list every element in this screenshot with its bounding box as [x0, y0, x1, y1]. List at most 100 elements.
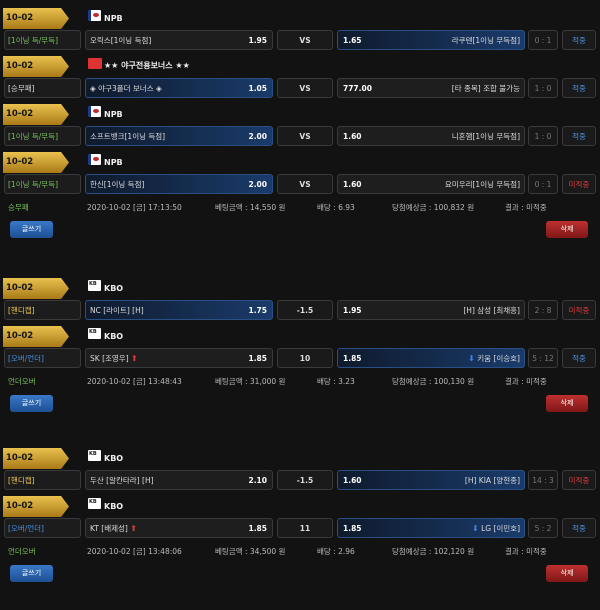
- arrow-down-icon: ⬇: [468, 354, 475, 363]
- summary-type: 승무패: [8, 203, 29, 212]
- away-team-pick[interactable]: 1.65 라쿠텐[1이닝 무득점]: [337, 30, 525, 50]
- handicap-value[interactable]: 11: [277, 518, 333, 538]
- npb-logo-icon: [88, 154, 101, 165]
- away-odds: 1.60: [343, 180, 362, 189]
- home-team-pick[interactable]: KT [배제성] ⬆ 1.85: [85, 518, 273, 538]
- away-odds: 1.85: [343, 354, 362, 363]
- home-team-pick[interactable]: 한신[1이닝 득점] 2.00: [85, 174, 273, 194]
- delete-button[interactable]: 삭제: [546, 221, 588, 238]
- summary-bet: 베팅금액 : 34,500 원: [215, 547, 286, 556]
- summary-expected: 당첨예상금 : 100,832 원: [392, 203, 475, 212]
- home-team-pick[interactable]: SK [조영우] ⬆ 1.85: [85, 348, 273, 368]
- handicap-value[interactable]: VS: [277, 30, 333, 50]
- away-team-pick[interactable]: 777.00 [타 종목] 조합 불가능: [337, 78, 525, 98]
- summary-expected: 당첨예상금 : 102,120 원: [392, 547, 475, 556]
- handicap-value[interactable]: -1.5: [277, 470, 333, 490]
- home-team-pick[interactable]: 소프트뱅크[1이닝 득점] 2.00: [85, 126, 273, 146]
- summary-time: 2020-10-02 [금] 13:48:43: [87, 377, 182, 386]
- away-team-name: ⬇ LG [이민호]: [471, 524, 520, 533]
- handicap-value[interactable]: 10: [277, 348, 333, 368]
- write-button[interactable]: 글쓰기: [10, 221, 53, 238]
- away-team-pick[interactable]: 1.60 요미우리[1이닝 무득점]: [337, 174, 525, 194]
- handicap-value[interactable]: VS: [277, 78, 333, 98]
- handicap-value[interactable]: VS: [277, 174, 333, 194]
- summary-type: 언더오버: [8, 377, 36, 386]
- away-team-name: ⬇ 키움 [이승호]: [468, 354, 520, 363]
- home-team-pick[interactable]: 오릭스[1이닝 득점] 1.95: [85, 30, 273, 50]
- delete-button[interactable]: 삭제: [546, 565, 588, 582]
- game-row: [핸디캡] NC [라이트] [H] 1.75 -1.5 1.95 [H] 삼성 [최채흥…: [0, 300, 600, 324]
- game-header: 10-02 [금]14:00 KBO: [0, 446, 600, 470]
- game-score: 1 : 0: [528, 78, 558, 98]
- game-header: 10-02 [금]14:00 KBO: [0, 494, 600, 518]
- bet-slip: 10-02 [금]14:00 KBO [핸디캡] NC [라이트] [H] 1.75 -1…: [0, 276, 600, 418]
- league-name: KBO: [104, 332, 124, 341]
- home-team-name: 한신[1이닝 득점]: [90, 180, 145, 189]
- bet-result: 미적중: [562, 300, 596, 320]
- summary-expected: 당첨예상금 : 100,130 원: [392, 377, 475, 386]
- summary-time: 2020-10-02 [금] 13:48:06: [87, 547, 182, 556]
- game-score: 2 : 8: [528, 300, 558, 320]
- league-name: ★★ 야구전용보너스 ★★: [104, 61, 190, 70]
- event-logo-icon: [88, 58, 102, 69]
- home-team-pick[interactable]: 두산 [알칸타라] [H] 2.10: [85, 470, 273, 490]
- game-header: 10-02 [금]18:00 NPB: [0, 102, 600, 126]
- home-team-pick[interactable]: NC [라이트] [H] 1.75: [85, 300, 273, 320]
- away-team-pick[interactable]: 1.95 [H] 삼성 [최채흥]: [337, 300, 525, 320]
- home-odds: 1.05: [248, 84, 267, 93]
- handicap-value[interactable]: VS: [277, 126, 333, 146]
- game-score: 0 : 1: [528, 174, 558, 194]
- game-row: [1이닝 득/무득] 한신[1이닝 득점] 2.00 VS 1.60 요미우리[1이닝 무…: [0, 174, 600, 198]
- npb-logo-icon: [88, 10, 101, 21]
- home-odds: 1.95: [248, 36, 267, 45]
- away-odds: 1.85: [343, 524, 362, 533]
- away-team-pick[interactable]: 1.85 ⬇ 키움 [이승호]: [337, 348, 525, 368]
- game-datetime: 10-02 [금]14:00: [3, 496, 69, 517]
- delete-button[interactable]: 삭제: [546, 395, 588, 412]
- game-datetime: 10-02 [금]14:00: [3, 326, 69, 347]
- home-team-name: ◈ 야구3폴더 보너스 ◈: [90, 84, 162, 93]
- game-datetime: 10-02 [금]14:00: [3, 278, 69, 299]
- bet-type-tag: [1이닝 득/무득]: [4, 30, 81, 50]
- home-team-name: KT [배제성] ⬆: [90, 524, 137, 533]
- home-team-name: 소프트뱅크[1이닝 득점]: [90, 132, 166, 141]
- summary-result: 결과 : 미적중: [505, 377, 547, 386]
- game-row: [오버/언더] KT [배제성] ⬆ 1.85 11 1.85 ⬇ LG [이민호] 5 :…: [0, 518, 600, 542]
- away-team-pick[interactable]: 1.60 [H] KIA [양현종]: [337, 470, 525, 490]
- summary-result: 결과 : 미적중: [505, 547, 547, 556]
- home-team-pick[interactable]: ◈ 야구3폴더 보너스 ◈ 1.05: [85, 78, 273, 98]
- summary-odds: 배당 : 6.93: [317, 203, 355, 212]
- away-team-name: 요미우리[1이닝 무득점]: [444, 180, 520, 189]
- away-team-pick[interactable]: 1.85 ⬇ LG [이민호]: [337, 518, 525, 538]
- game-datetime: 10-02 [금]18:00: [3, 56, 69, 77]
- away-team-name: [H] KIA [양현종]: [464, 476, 520, 485]
- summary-result: 결과 : 미적중: [505, 203, 547, 212]
- slip-summary: 승무패 2020-10-02 [금] 17:13:50 베팅금액 : 14,550 …: [0, 198, 600, 220]
- away-team-pick[interactable]: 1.60 니혼햄[1이닝 무득점]: [337, 126, 525, 146]
- bet-result: 적중: [562, 30, 596, 50]
- game-score: 5 : 2: [528, 518, 558, 538]
- away-team-name: 라쿠텐[1이닝 무득점]: [451, 36, 520, 45]
- home-odds: 1.85: [248, 524, 267, 533]
- league-name: KBO: [104, 454, 124, 463]
- league-name: NPB: [104, 110, 123, 119]
- write-button[interactable]: 글쓰기: [10, 565, 53, 582]
- league-name: KBO: [104, 502, 124, 511]
- bet-type-tag: [오버/언더]: [4, 518, 81, 538]
- home-odds: 1.85: [248, 354, 267, 363]
- game-score: 14 : 3: [528, 470, 558, 490]
- handicap-value[interactable]: -1.5: [277, 300, 333, 320]
- bet-slip: 10-02 [금]18:00 NPB [1이닝 득/무득] 오릭스[1이닝 득점] 1.…: [0, 6, 600, 244]
- write-button[interactable]: 글쓰기: [10, 395, 53, 412]
- home-odds: 2.10: [248, 476, 267, 485]
- game-datetime: 10-02 [금]14:00: [3, 448, 69, 469]
- away-team-name: [타 종목] 조합 불가능: [451, 84, 520, 93]
- home-team-name: NC [라이트] [H]: [90, 306, 144, 315]
- home-odds: 2.00: [248, 132, 267, 141]
- bet-result: 적중: [562, 348, 596, 368]
- game-score: 0 : 1: [528, 30, 558, 50]
- away-odds: 1.60: [343, 476, 362, 485]
- arrow-up-icon: ⬆: [130, 524, 137, 533]
- game-datetime: 10-02 [금]18:00: [3, 152, 69, 173]
- away-team-name: [H] 삼성 [최채흥]: [463, 306, 520, 315]
